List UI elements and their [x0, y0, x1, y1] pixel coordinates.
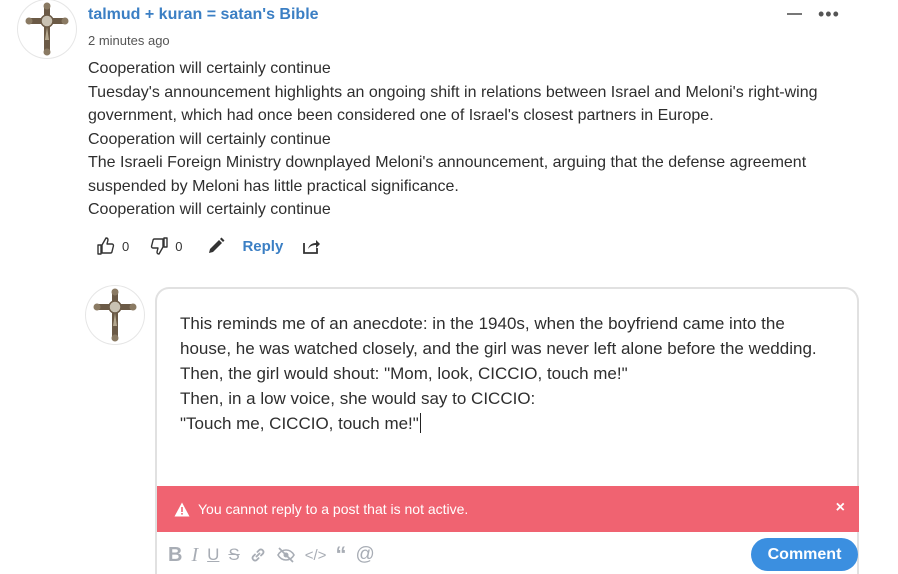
thumbs-down-icon [151, 237, 168, 255]
reply-line-text: "Touch me, CICCIO, touch me!" [180, 414, 419, 433]
mention-icon[interactable]: @ [355, 544, 374, 566]
edit-button[interactable] [206, 236, 226, 256]
upvote-count: 0 [122, 238, 130, 254]
reply-line: "Touch me, CICCIO, touch me!" [180, 411, 840, 436]
comment-actions: 0 0 Reply [96, 234, 321, 258]
reply-line: Then, the girl would shout: "Mom, look, … [180, 364, 628, 383]
share-icon [303, 240, 321, 254]
comment-paragraph: The Israeli Foreign Ministry downplayed … [88, 154, 807, 195]
comment-paragraph: Cooperation will certainly continue [88, 130, 331, 148]
alert-message: You cannot reply to a post that is not a… [198, 501, 469, 517]
underline-icon[interactable]: U [207, 545, 219, 565]
author-avatar[interactable] [18, 0, 76, 58]
thumbs-up-icon [97, 237, 115, 255]
strikethrough-icon[interactable]: S [228, 545, 239, 565]
share-button[interactable] [301, 236, 321, 256]
upvote-button[interactable]: 0 [96, 236, 129, 256]
current-user-avatar [86, 286, 144, 344]
comment-button[interactable]: Comment [751, 538, 858, 571]
comment-author[interactable]: talmud + kuran = satan's Bible [88, 6, 319, 24]
link-glyph [251, 548, 265, 562]
comment-paragraph: Cooperation will certainly continue [88, 60, 331, 77]
comment-time: 2 minutes ago [88, 33, 170, 48]
edit-icon [209, 237, 225, 253]
downvote-button[interactable]: 0 [149, 236, 182, 256]
error-alert: You cannot reply to a post that is not a… [157, 486, 859, 532]
editor-toolbar: B I U S </> “ @ [168, 542, 384, 568]
comment-body: Cooperation will certainly continue Tues… [88, 57, 878, 222]
comment-paragraph: Cooperation will certainly continue [88, 201, 331, 218]
minimize-icon[interactable] [787, 13, 802, 15]
link-icon[interactable] [249, 546, 267, 564]
close-icon[interactable]: × [836, 499, 845, 517]
reply-button[interactable]: Reply [242, 238, 283, 255]
warning-icon [174, 502, 190, 516]
eye-slash-glyph [276, 547, 295, 563]
reply-line: Then, in a low voice, she would say to C… [180, 389, 536, 408]
more-icon[interactable]: ••• [818, 4, 840, 25]
code-icon[interactable]: </> [305, 547, 327, 564]
italic-icon[interactable]: I [191, 544, 198, 567]
downvote-count: 0 [175, 238, 183, 254]
reply-line: This reminds me of an anecdote: in the 1… [180, 314, 817, 358]
comment-paragraph: Tuesday's announcement highlights an ong… [88, 83, 818, 125]
text-caret [419, 413, 421, 433]
crucifix-avatar [93, 288, 137, 342]
crucifix-avatar [25, 2, 69, 56]
spoiler-icon[interactable] [276, 546, 296, 564]
quote-icon[interactable]: “ [335, 542, 346, 568]
reply-text-area[interactable]: This reminds me of an anecdote: in the 1… [180, 311, 840, 436]
bold-icon[interactable]: B [168, 544, 182, 567]
